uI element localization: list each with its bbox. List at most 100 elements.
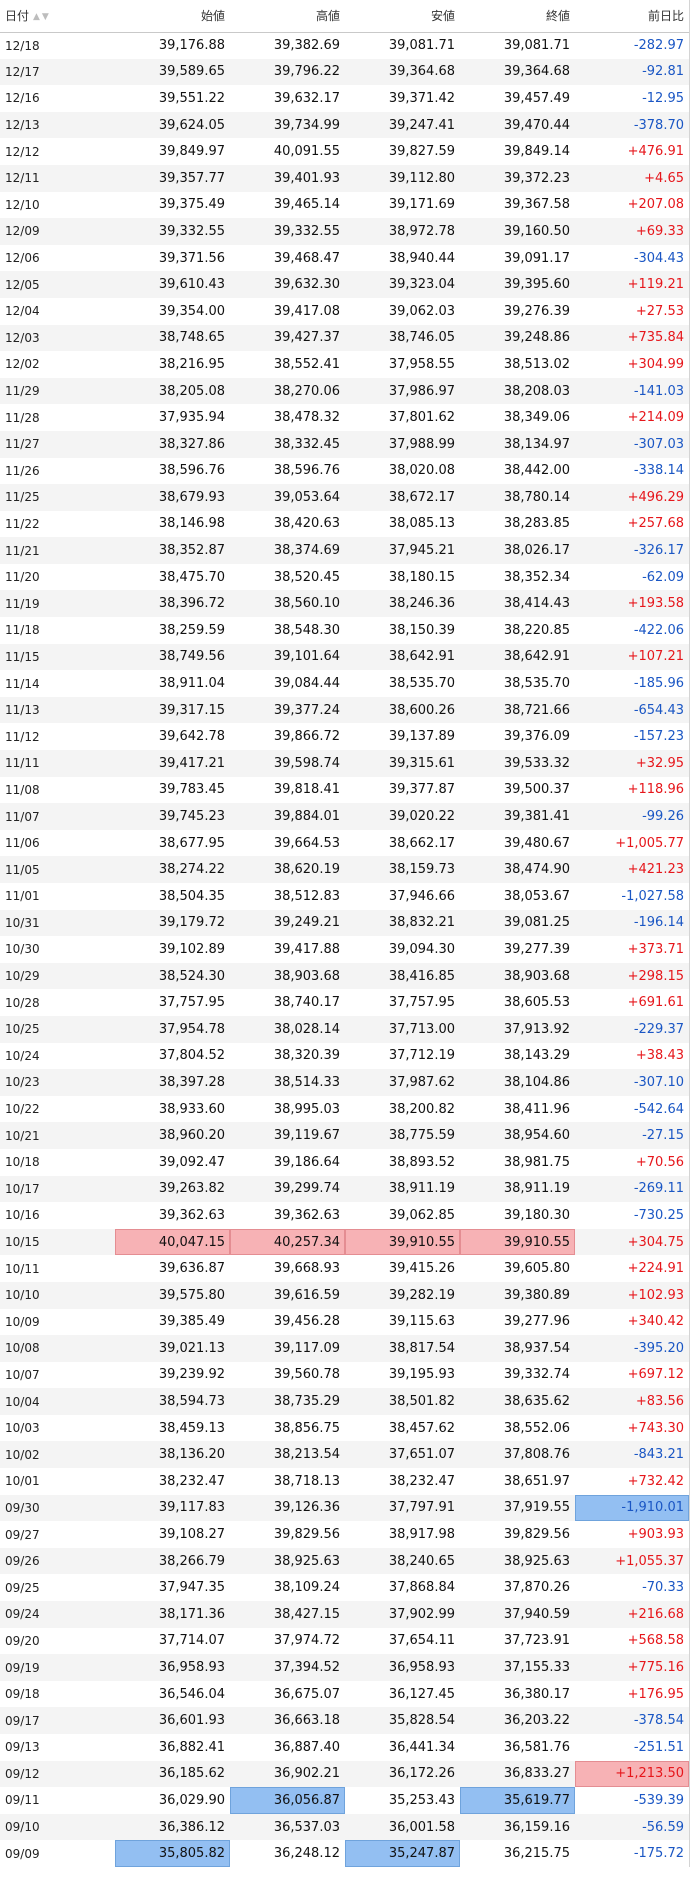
- cell-close: 39,849.14: [460, 138, 575, 165]
- cell-date: 12/06: [0, 244, 115, 272]
- table-row: 11/12 39,642.78 39,866.72 39,137.89 39,376.0…: [0, 723, 689, 751]
- table-row: 09/27 39,108.27 39,829.56 38,917.98 39,829.5…: [0, 1521, 689, 1548]
- cell-open: 39,354.00: [115, 297, 230, 325]
- cell-date: 11/19: [0, 590, 115, 618]
- cell-date: 11/27: [0, 430, 115, 458]
- cell-low: 38,240.65: [345, 1547, 460, 1575]
- cell-high: 38,427.15: [230, 1601, 345, 1628]
- cell-close: 39,081.71: [460, 32, 575, 59]
- cell-high: 39,417.88: [230, 936, 345, 963]
- cell-date: 11/26: [0, 457, 115, 485]
- cell-date: 12/13: [0, 111, 115, 139]
- cell-change: -70.33: [575, 1574, 689, 1602]
- cell-close: 38,535.70: [460, 670, 575, 697]
- cell-open: 36,386.12: [115, 1813, 230, 1841]
- cell-change: +32.95: [575, 750, 689, 777]
- cell-change: -539.39: [575, 1787, 689, 1814]
- cell-date: 09/26: [0, 1547, 115, 1575]
- cell-change: +216.68: [575, 1601, 689, 1628]
- cell-close: 39,248.86: [460, 324, 575, 352]
- cell-date: 11/28: [0, 404, 115, 431]
- cell-close: 39,277.96: [460, 1308, 575, 1336]
- cell-date: 09/25: [0, 1574, 115, 1602]
- cell-open: 36,185.62: [115, 1760, 230, 1788]
- cell-low: 37,757.95: [345, 989, 460, 1016]
- cell-low: 38,940.44: [345, 244, 460, 272]
- cell-open: 39,575.80: [115, 1281, 230, 1309]
- cell-high: 39,186.64: [230, 1148, 345, 1176]
- table-row: 10/18 39,092.47 39,186.64 38,893.52 38,981.7…: [0, 1148, 689, 1176]
- cell-date: 11/22: [0, 510, 115, 538]
- cell-high: 39,119.67: [230, 1122, 345, 1149]
- cell-low: 38,416.85: [345, 962, 460, 990]
- cell-change: +176.95: [575, 1680, 689, 1708]
- price-history-table-container: 日付 ▲▼ 始値 高値 安値 終値 前日比 12/18 39,176.88 39,38…: [0, 0, 690, 1867]
- cell-open: 37,757.95: [115, 989, 230, 1016]
- table-row: 10/11 39,636.87 39,668.93 39,415.26 39,605.8…: [0, 1255, 689, 1282]
- cell-low: 36,127.45: [345, 1680, 460, 1708]
- table-row: 12/02 38,216.95 38,552.41 37,958.55 38,513.0…: [0, 351, 689, 378]
- cell-high: 38,718.13: [230, 1468, 345, 1495]
- cell-high: 36,537.03: [230, 1813, 345, 1841]
- cell-high: 39,299.74: [230, 1175, 345, 1203]
- cell-open: 39,371.56: [115, 244, 230, 272]
- cell-change: +83.56: [575, 1388, 689, 1415]
- table-row: 09/17 36,601.93 36,663.18 35,828.54 36,203.2…: [0, 1707, 689, 1734]
- header-date-label: 日付: [5, 9, 30, 24]
- cell-change: +304.75: [575, 1228, 689, 1256]
- cell-date: 10/23: [0, 1069, 115, 1096]
- cell-date: 10/08: [0, 1335, 115, 1362]
- cell-date: 12/11: [0, 164, 115, 192]
- cell-change: +193.58: [575, 590, 689, 618]
- cell-change: -542.64: [575, 1095, 689, 1123]
- cell-open: 38,677.95: [115, 829, 230, 857]
- cell-open: 36,601.93: [115, 1707, 230, 1734]
- table-row: 12/09 39,332.55 39,332.55 38,972.78 39,160.5…: [0, 218, 689, 245]
- cell-open: 38,266.79: [115, 1547, 230, 1575]
- cell-close: 39,500.37: [460, 776, 575, 804]
- cell-open: 38,524.30: [115, 962, 230, 990]
- cell-close: 39,180.30: [460, 1202, 575, 1229]
- price-history-table: 日付 ▲▼ 始値 高値 安値 終値 前日比 12/18 39,176.88 39,38…: [0, 0, 689, 1867]
- cell-open: 37,947.35: [115, 1574, 230, 1602]
- cell-change: +421.23: [575, 856, 689, 883]
- cell-close: 38,104.86: [460, 1069, 575, 1096]
- cell-close: 38,208.03: [460, 377, 575, 405]
- cell-change: +743.30: [575, 1414, 689, 1442]
- cell-date: 10/30: [0, 936, 115, 963]
- cell-change: -730.25: [575, 1202, 689, 1229]
- cell-date: 09/13: [0, 1734, 115, 1761]
- cell-open: 38,594.73: [115, 1388, 230, 1415]
- cell-high: 38,514.33: [230, 1069, 345, 1096]
- table-row: 10/09 39,385.49 39,456.28 39,115.63 39,277.9…: [0, 1308, 689, 1336]
- cell-close: 38,053.67: [460, 883, 575, 910]
- cell-change: +476.91: [575, 138, 689, 165]
- cell-low: 39,827.59: [345, 138, 460, 165]
- cell-change: -338.14: [575, 457, 689, 485]
- cell-low: 38,911.19: [345, 1175, 460, 1203]
- sort-arrows-icon[interactable]: ▲▼: [33, 12, 51, 22]
- cell-close: 39,367.58: [460, 191, 575, 219]
- table-row: 12/13 39,624.05 39,734.99 39,247.41 39,470.4…: [0, 111, 689, 139]
- cell-open: 38,232.47: [115, 1468, 230, 1495]
- cell-open: 39,317.15: [115, 696, 230, 724]
- cell-close: 38,352.34: [460, 563, 575, 591]
- cell-high: 39,829.56: [230, 1521, 345, 1548]
- cell-open: 38,475.70: [115, 563, 230, 591]
- cell-change: -99.26: [575, 803, 689, 830]
- table-row: 09/26 38,266.79 38,925.63 38,240.65 38,925.6…: [0, 1547, 689, 1575]
- cell-low: 39,315.61: [345, 750, 460, 777]
- cell-high: 38,620.19: [230, 856, 345, 883]
- cell-change: -654.43: [575, 696, 689, 724]
- cell-high: 39,456.28: [230, 1308, 345, 1336]
- cell-high: 39,734.99: [230, 111, 345, 139]
- cell-open: 38,171.36: [115, 1601, 230, 1628]
- cell-low: 39,137.89: [345, 723, 460, 751]
- cell-close: 39,457.49: [460, 85, 575, 112]
- cell-date: 09/10: [0, 1813, 115, 1841]
- table-row: 11/08 39,783.45 39,818.41 39,377.87 39,500.3…: [0, 776, 689, 804]
- cell-open: 38,146.98: [115, 510, 230, 538]
- cell-close: 38,552.06: [460, 1414, 575, 1442]
- header-date[interactable]: 日付 ▲▼: [0, 0, 115, 33]
- cell-low: 37,945.21: [345, 537, 460, 564]
